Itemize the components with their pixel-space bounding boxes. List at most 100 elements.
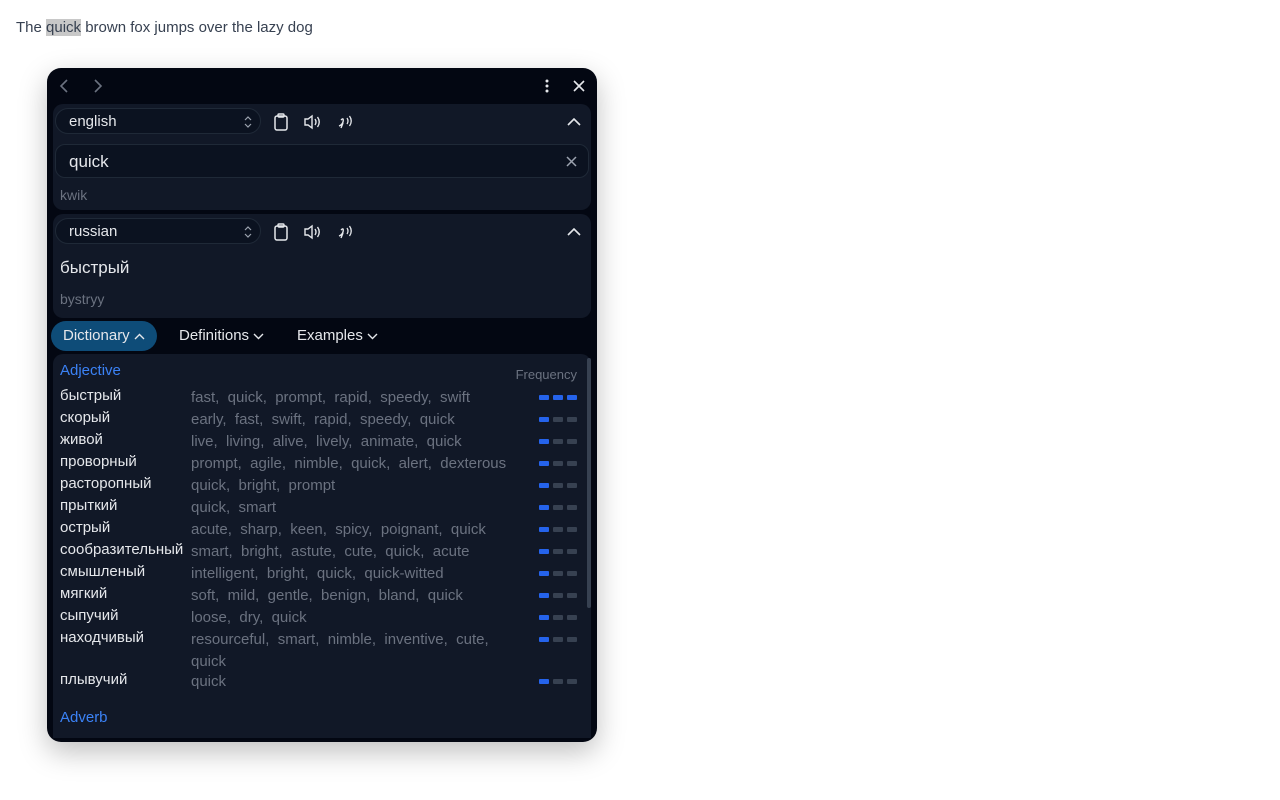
- close-button[interactable]: [569, 76, 589, 96]
- chevron-up-icon: [567, 228, 581, 236]
- frequency-indicator: [539, 679, 579, 685]
- entry-word[interactable]: живой: [60, 431, 103, 448]
- entry-word[interactable]: мягкий: [60, 585, 107, 602]
- frequency-bar: [567, 679, 577, 684]
- entry-synonyms: resourceful, smart, nimble, inventive, c…: [191, 631, 497, 670]
- dictionary-entry[interactable]: сообразительный smart, bright, astute, cu…: [53, 541, 583, 563]
- dictionary-entry[interactable]: расторопный quick, bright, prompt: [53, 475, 583, 497]
- frequency-bar: [553, 571, 563, 576]
- chevron-down-icon: [367, 333, 378, 340]
- frequency-bar: [553, 483, 563, 488]
- frequency-header: Frequency: [515, 367, 577, 382]
- highlighted-word[interactable]: quick: [46, 19, 82, 36]
- frequency-bar: [567, 527, 577, 532]
- frequency-bar: [539, 505, 549, 510]
- entry-synonyms: early, fast, swift, rapid, speedy, quick: [191, 411, 455, 428]
- entry-word[interactable]: прыткий: [60, 497, 117, 514]
- dictionary-scrollbar[interactable]: [587, 358, 591, 608]
- dictionary-entry[interactable]: сыпучий loose, dry, quick: [53, 607, 583, 629]
- frequency-indicator: [539, 549, 579, 555]
- dictionary-entry[interactable]: острый acute, sharp, keen, spicy, poignan…: [53, 519, 583, 541]
- dictionary-entry[interactable]: скорый early, fast, swift, rapid, speedy,…: [53, 409, 583, 431]
- frequency-bar: [567, 615, 577, 620]
- tab-examples[interactable]: Examples: [285, 321, 390, 351]
- close-icon: [573, 80, 585, 92]
- frequency-bar: [539, 593, 549, 598]
- copy-button[interactable]: [270, 111, 292, 133]
- dictionary-entry[interactable]: смышленый intelligent, bright, quick, qui…: [53, 563, 583, 585]
- chevron-left-icon: [59, 79, 68, 93]
- frequency-bar: [553, 505, 563, 510]
- entry-synonyms: fast, quick, prompt, rapid, speedy, swif…: [191, 389, 471, 406]
- tab-definitions[interactable]: Definitions: [167, 321, 276, 351]
- clear-text-button[interactable]: [562, 152, 580, 170]
- entry-synonyms: intelligent, bright, quick, quick-witted: [191, 565, 444, 582]
- page-sentence: The quick brown fox jumps over the lazy …: [16, 19, 313, 36]
- entry-word[interactable]: смышленый: [60, 563, 145, 580]
- dictionary-entry[interactable]: живой live, living, alive, lively, animat…: [53, 431, 583, 453]
- entry-word[interactable]: скорый: [60, 409, 110, 426]
- frequency-indicator: [539, 505, 579, 511]
- slow-speak-button[interactable]: [334, 221, 356, 243]
- entry-word[interactable]: расторопный: [60, 475, 151, 492]
- entry-word[interactable]: находчивый: [60, 629, 144, 646]
- frequency-bar: [567, 461, 577, 466]
- entry-synonyms: loose, dry, quick: [191, 609, 307, 626]
- frequency-indicator: [539, 615, 579, 621]
- slow-speak-button[interactable]: [334, 111, 356, 133]
- frequency-bar: [553, 549, 563, 554]
- frequency-bar: [567, 417, 577, 422]
- frequency-bar: [567, 637, 577, 642]
- dictionary-entry[interactable]: быстрый fast, quick, prompt, rapid, speed…: [53, 387, 583, 409]
- frequency-bar: [539, 549, 549, 554]
- entry-word[interactable]: сообразительный: [60, 541, 183, 558]
- copy-button[interactable]: [270, 221, 292, 243]
- entry-synonyms: quick, bright, prompt: [191, 477, 336, 494]
- frequency-bar: [553, 417, 563, 422]
- back-button[interactable]: [55, 76, 75, 96]
- dictionary-entry[interactable]: плывучий quick: [53, 671, 583, 693]
- frequency-bar: [539, 571, 549, 576]
- frequency-indicator: [539, 483, 579, 489]
- frequency-bar: [567, 483, 577, 488]
- voice-icon: [338, 225, 352, 239]
- entry-synonyms: live, living, alive, lively, animate, qu…: [191, 433, 462, 450]
- target-text: быстрый: [60, 258, 130, 277]
- speak-button[interactable]: [302, 111, 324, 133]
- source-language-select[interactable]: english: [55, 108, 261, 134]
- dictionary-entry[interactable]: проворный prompt, agile, nimble, quick, a…: [53, 453, 583, 475]
- collapse-source-button[interactable]: [563, 111, 585, 133]
- result-tabs: Dictionary Definitions Examples: [47, 320, 597, 352]
- frequency-bar: [553, 593, 563, 598]
- entry-word[interactable]: быстрый: [60, 387, 121, 404]
- speak-button[interactable]: [302, 221, 324, 243]
- frequency-bar: [539, 395, 549, 400]
- frequency-bar: [539, 615, 549, 620]
- select-arrows-icon: [244, 116, 252, 128]
- frequency-bar: [567, 505, 577, 510]
- frequency-bar: [553, 395, 563, 400]
- popup-toolbar: [47, 68, 597, 104]
- tab-dictionary[interactable]: Dictionary: [51, 321, 157, 351]
- frequency-bar: [553, 527, 563, 532]
- source-text-input[interactable]: quick: [55, 144, 589, 178]
- entry-word[interactable]: острый: [60, 519, 110, 536]
- forward-button[interactable]: [87, 76, 107, 96]
- part-of-speech-heading: Adverb: [60, 709, 108, 726]
- target-language-select[interactable]: russian: [55, 218, 261, 244]
- dictionary-entry[interactable]: находчивый resourceful, smart, nimble, in…: [53, 629, 583, 671]
- frequency-indicator: [539, 395, 579, 401]
- translation-popup: english quick kwik russian быстрый bystr…: [47, 68, 597, 742]
- entry-synonyms: soft, mild, gentle, benign, bland, quick: [191, 587, 463, 604]
- more-vertical-icon: [545, 79, 549, 93]
- entry-word[interactable]: сыпучий: [60, 607, 118, 624]
- entry-word[interactable]: плывучий: [60, 671, 127, 688]
- clipboard-icon: [274, 223, 288, 241]
- more-options-button[interactable]: [537, 76, 557, 96]
- dictionary-entry[interactable]: прыткий quick, smart: [53, 497, 583, 519]
- collapse-target-button[interactable]: [563, 221, 585, 243]
- source-transliteration: kwik: [60, 187, 88, 203]
- entry-word[interactable]: проворный: [60, 453, 137, 470]
- dictionary-entry[interactable]: мягкий soft, mild, gentle, benign, bland,…: [53, 585, 583, 607]
- entry-synonyms: prompt, agile, nimble, quick, alert, dex…: [191, 455, 507, 472]
